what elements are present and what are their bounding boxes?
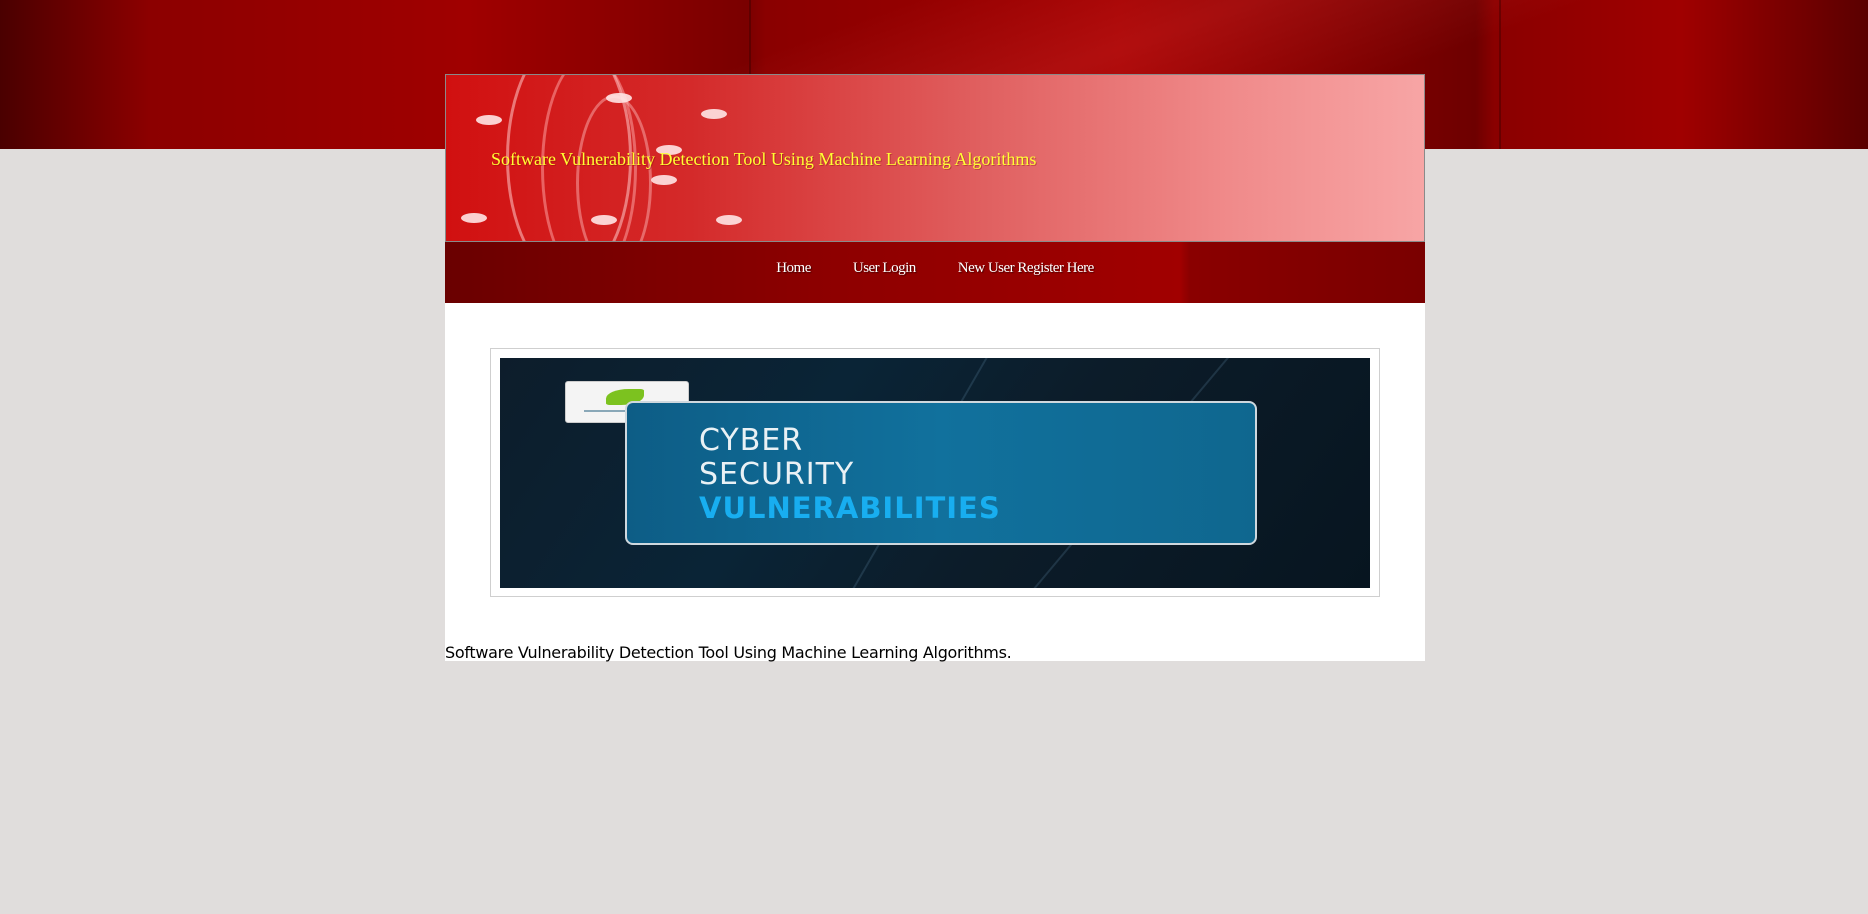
site-title: Software Vulnerability Detection Tool Us… <box>491 149 1037 169</box>
cyber-security-banner-image: CYBER SECURITY VULNERABILITIES <box>500 358 1370 588</box>
nav-home-link[interactable]: Home <box>776 260 811 277</box>
main-nav: Home User Login New User Register Here <box>445 242 1425 303</box>
nav-items: Home User Login New User Register Here <box>445 260 1425 277</box>
banner-line-3: VULNERABILITIES <box>699 491 1001 525</box>
heart-icon <box>651 175 677 185</box>
banner-frame: CYBER SECURITY VULNERABILITIES <box>490 348 1380 597</box>
band-seam <box>1499 0 1501 149</box>
banner-line-2: SECURITY <box>699 457 855 492</box>
heart-icon <box>461 213 487 223</box>
description-text: Software Vulnerability Detection Tool Us… <box>445 643 1012 662</box>
heart-icon <box>606 93 632 103</box>
heart-icon <box>476 115 502 125</box>
main-content: CYBER SECURITY VULNERABILITIES Software … <box>445 303 1425 662</box>
heart-icon <box>591 215 617 225</box>
nav-register-link[interactable]: New User Register Here <box>958 260 1095 277</box>
heart-icon <box>701 109 727 119</box>
site-header: Software Vulnerability Detection Tool Us… <box>445 74 1425 242</box>
nav-user-login-link[interactable]: User Login <box>853 260 916 277</box>
heart-icon <box>716 215 742 225</box>
page-container: Software Vulnerability Detection Tool Us… <box>445 74 1425 662</box>
banner-panel: CYBER SECURITY VULNERABILITIES <box>625 401 1257 545</box>
banner-line-1: CYBER <box>699 423 804 458</box>
